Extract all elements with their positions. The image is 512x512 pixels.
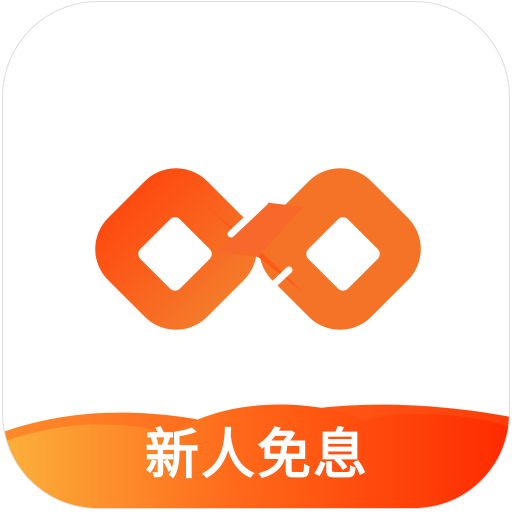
app-icon-tile[interactable]: 新人免息: [2, 1, 510, 509]
promo-text: 新人免息: [145, 423, 369, 486]
infinity-logo-icon: [95, 168, 421, 330]
